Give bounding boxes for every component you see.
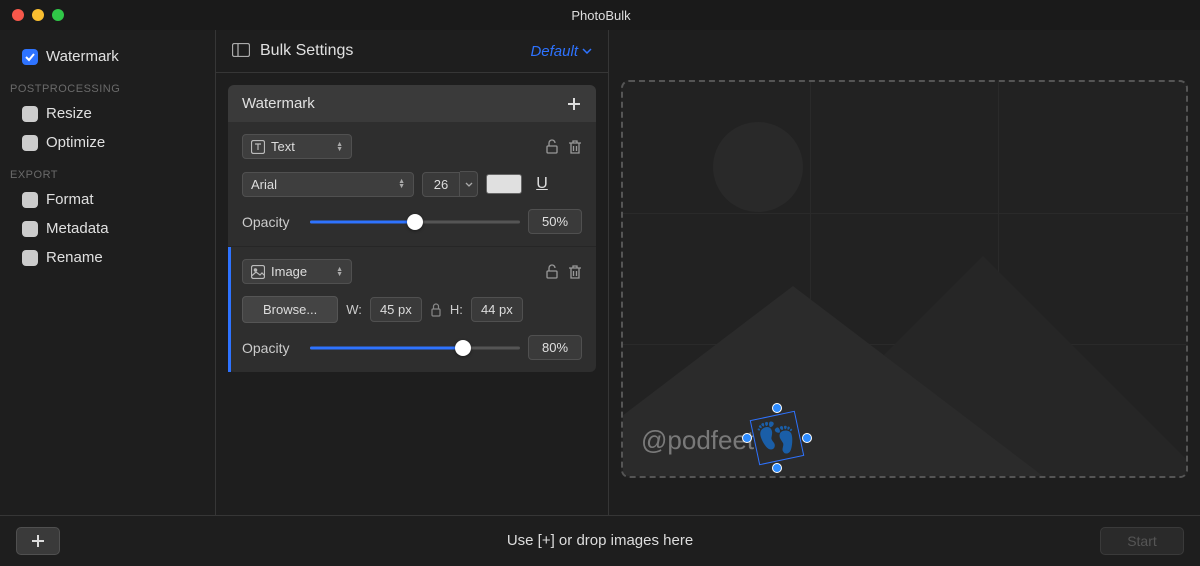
- preset-select[interactable]: Default: [530, 43, 592, 60]
- sidebar-item-format[interactable]: Format: [10, 189, 205, 210]
- delete-icon[interactable]: [568, 264, 582, 280]
- width-label: W:: [346, 302, 362, 317]
- image-dropzone[interactable]: @podfeet 👣: [621, 80, 1188, 478]
- sidebar-item-label: Rename: [46, 249, 103, 266]
- resize-handle[interactable]: [772, 463, 782, 473]
- watermark-type-select[interactable]: Image ▲▼: [242, 259, 352, 284]
- section-header-export: EXPORT: [10, 169, 205, 181]
- select-arrows-icon: ▲▼: [336, 142, 343, 152]
- watermark-type-select[interactable]: Text ▲▼: [242, 134, 352, 159]
- sidebar-item-label: Watermark: [46, 48, 119, 65]
- underline-button[interactable]: U: [530, 172, 554, 196]
- width-input[interactable]: 45 px: [370, 297, 422, 322]
- resize-handle[interactable]: [742, 433, 752, 443]
- text-icon: [251, 140, 265, 154]
- font-size-input[interactable]: 26: [422, 171, 478, 197]
- checkbox-icon[interactable]: [22, 250, 38, 266]
- section-header-postprocessing: POSTPROCESSING: [10, 83, 205, 95]
- sidebar-item-label: Metadata: [46, 220, 109, 237]
- chevron-down-icon: [465, 182, 473, 187]
- preview-panel: @podfeet 👣: [609, 30, 1200, 515]
- unlock-icon[interactable]: [544, 264, 560, 280]
- footer: Use [+] or drop images here Start: [0, 515, 1200, 565]
- image-watermark-section: Image ▲▼ Browse...: [228, 247, 596, 372]
- sidebar-item-rename[interactable]: Rename: [10, 247, 205, 268]
- titlebar: PhotoBulk: [0, 0, 1200, 30]
- height-input[interactable]: 44 px: [471, 297, 523, 322]
- feet-icon: 👣: [754, 415, 801, 460]
- image-opacity-value[interactable]: 80%: [528, 335, 582, 360]
- text-opacity-slider[interactable]: [310, 213, 520, 231]
- resize-handle[interactable]: [772, 403, 782, 413]
- resize-handle[interactable]: [802, 433, 812, 443]
- checkbox-icon[interactable]: [22, 221, 38, 237]
- checkbox-icon[interactable]: [22, 135, 38, 151]
- delete-icon[interactable]: [568, 139, 582, 155]
- panel-layout-icon: [232, 43, 250, 60]
- checkbox-icon[interactable]: [22, 106, 38, 122]
- window-title: PhotoBulk: [14, 8, 1188, 23]
- unlock-icon[interactable]: [544, 139, 560, 155]
- sidebar-item-metadata[interactable]: Metadata: [10, 218, 205, 239]
- text-watermark-section: Text ▲▼: [228, 122, 596, 246]
- sidebar: Watermark POSTPROCESSING Resize Optimize…: [0, 30, 215, 515]
- text-opacity-value[interactable]: 50%: [528, 209, 582, 234]
- watermark-image-preview[interactable]: 👣: [747, 408, 807, 468]
- plus-icon: [31, 534, 45, 548]
- checkbox-icon[interactable]: [22, 192, 38, 208]
- image-opacity-slider[interactable]: [310, 339, 520, 357]
- start-button[interactable]: Start: [1100, 527, 1184, 555]
- add-watermark-button[interactable]: [566, 96, 582, 112]
- settings-title: Bulk Settings: [260, 42, 530, 60]
- opacity-label: Opacity: [242, 340, 302, 356]
- select-arrows-icon: ▲▼: [336, 267, 343, 277]
- sidebar-item-label: Resize: [46, 105, 92, 122]
- group-title: Watermark: [242, 95, 315, 112]
- browse-button[interactable]: Browse...: [242, 296, 338, 323]
- watermark-group-header: Watermark: [228, 85, 596, 122]
- height-label: H:: [450, 302, 463, 317]
- drop-hint: Use [+] or drop images here: [507, 532, 693, 549]
- sidebar-item-watermark[interactable]: Watermark: [10, 46, 205, 67]
- checkbox-icon[interactable]: [22, 49, 38, 65]
- image-icon: [251, 265, 265, 279]
- watermark-text-preview[interactable]: @podfeet: [641, 425, 754, 456]
- font-label: Arial: [251, 177, 277, 192]
- main-content: Watermark POSTPROCESSING Resize Optimize…: [0, 30, 1200, 515]
- sidebar-item-optimize[interactable]: Optimize: [10, 132, 205, 153]
- sidebar-item-resize[interactable]: Resize: [10, 103, 205, 124]
- text-color-swatch[interactable]: [486, 174, 522, 194]
- preset-label: Default: [530, 43, 578, 60]
- settings-panel: Bulk Settings Default Watermark: [215, 30, 609, 515]
- placeholder-image: [623, 82, 1186, 476]
- sidebar-item-label: Format: [46, 191, 94, 208]
- type-label: Image: [271, 264, 307, 279]
- font-select[interactable]: Arial ▲▼: [242, 172, 414, 197]
- sidebar-item-label: Optimize: [46, 134, 105, 151]
- add-images-button[interactable]: [16, 527, 60, 555]
- lock-aspect-icon[interactable]: [430, 303, 442, 317]
- font-size-value[interactable]: 26: [422, 172, 460, 197]
- settings-header: Bulk Settings Default: [216, 30, 608, 73]
- type-label: Text: [271, 139, 295, 154]
- watermark-group-body: Text ▲▼: [228, 122, 596, 372]
- chevron-down-icon: [582, 48, 592, 54]
- opacity-label: Opacity: [242, 214, 302, 230]
- settings-body: Watermark Text ▲▼: [216, 73, 608, 384]
- select-arrows-icon: ▲▼: [398, 179, 405, 189]
- font-size-stepper[interactable]: [460, 171, 478, 197]
